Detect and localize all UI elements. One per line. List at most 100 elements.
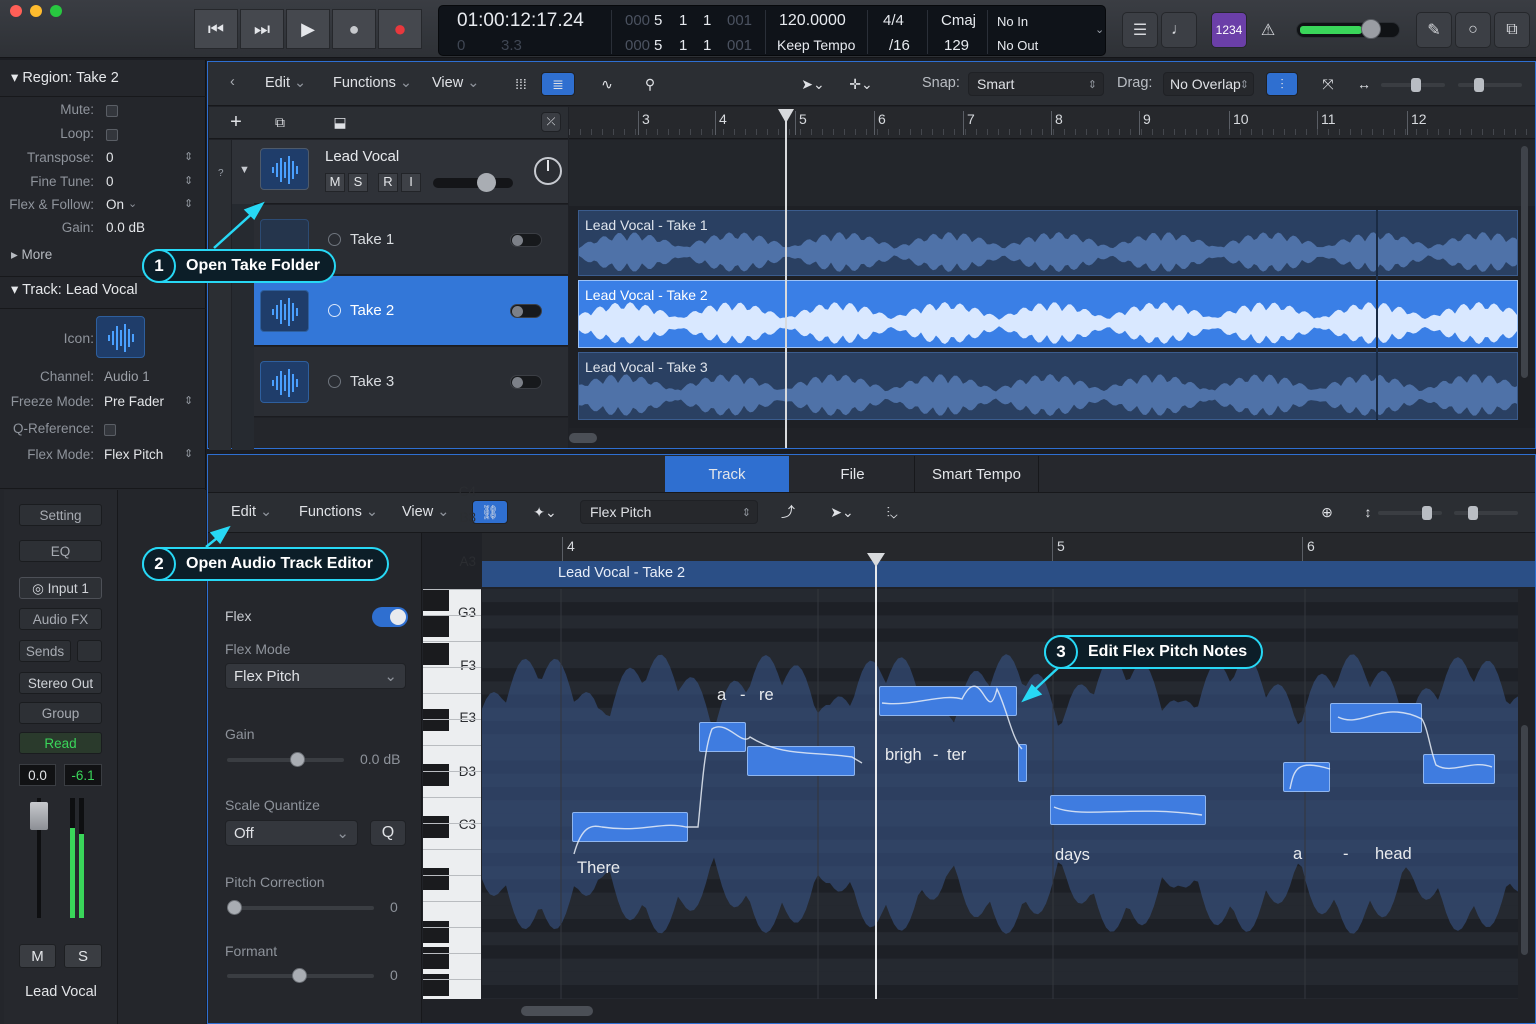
rewind-button[interactable]: ⏮	[194, 9, 238, 49]
editor-vscroll-thumb[interactable]	[1521, 725, 1528, 955]
eq-button[interactable]: EQ	[19, 540, 102, 562]
tab-smart-tempo[interactable]: Smart Tempo	[915, 456, 1039, 492]
stepper-icon[interactable]: ⇕	[184, 150, 193, 163]
solo-button[interactable]: S	[64, 944, 102, 968]
inspector-row-flex-mode[interactable]: Flex Mode: Flex Pitch ⇕	[0, 447, 206, 467]
flex-mode-dropdown[interactable]: Flex Pitch ⌄	[225, 663, 406, 689]
target-icon[interactable]: ⊕	[1312, 500, 1342, 524]
take-2-name[interactable]: Take 2	[350, 302, 394, 319]
curve-tool-icon[interactable]: ⤴	[773, 500, 803, 524]
loop-browser-button[interactable]: ○	[1455, 12, 1491, 48]
black-key[interactable]	[423, 816, 449, 838]
take-1-radio[interactable]	[328, 233, 341, 246]
track-mute-button[interactable]: M	[325, 173, 345, 192]
freeze-value[interactable]: Pre Fader	[104, 394, 164, 409]
track-section-header[interactable]: ▾ Track: Lead Vocal	[11, 282, 138, 298]
black-key[interactable]	[423, 615, 449, 637]
input-button[interactable]: ◎ Input 1	[19, 577, 102, 599]
waveform-zoom-button[interactable]: ⫶	[1266, 72, 1298, 96]
region-section-header[interactable]: ▾ Region: Take 2	[11, 70, 119, 86]
black-key[interactable]	[423, 868, 449, 890]
lcd-chevron-icon[interactable]: ⌄	[1095, 23, 1104, 36]
group-button[interactable]: Group	[19, 702, 102, 724]
take-1-name[interactable]: Take 1	[350, 231, 394, 248]
gain-slider[interactable]	[227, 752, 344, 767]
setting-button[interactable]: Setting	[19, 504, 102, 526]
vertical-arrows-icon[interactable]: ↕	[1358, 500, 1378, 524]
vertical-zoom-slider[interactable]	[1458, 78, 1522, 92]
flex-mode-value[interactable]: Flex Pitch	[104, 447, 163, 462]
flex-mode-select[interactable]: Flex Pitch ⇕	[580, 500, 758, 524]
notepad-button[interactable]: ✎	[1416, 12, 1452, 48]
snap-select[interactable]: Smart ⇕	[968, 72, 1104, 96]
output-button[interactable]: Stereo Out	[19, 672, 102, 694]
minimize-window-button[interactable]	[30, 5, 42, 17]
back-icon[interactable]: ‹	[230, 74, 235, 90]
inspector-row-freeze[interactable]: Freeze Mode: Pre Fader ⇕	[0, 394, 206, 414]
take-2-radio[interactable]	[328, 304, 341, 317]
stepper-icon[interactable]: ⇕	[184, 174, 193, 187]
midi-in-icon[interactable]: ✦⌄	[522, 500, 568, 524]
forward-button[interactable]: ⏭	[240, 9, 284, 49]
stepper-icon[interactable]: ⇕	[184, 394, 193, 407]
track-record-enable-button[interactable]: R	[378, 173, 398, 192]
sends-button[interactable]: Sends	[19, 640, 71, 662]
pointer-tool-icon[interactable]: ➤⌄	[793, 72, 833, 96]
lcd-display[interactable]: 01:00:12:17.24 0 3.3 000 5 1 1 001 000 5…	[438, 5, 1106, 56]
black-key[interactable]	[423, 947, 449, 969]
transpose-value[interactable]: 0	[106, 150, 114, 165]
tracks-ruler[interactable]: 3 4 5 6 7 8 9 10 11 12	[569, 107, 1535, 139]
stepper-icon[interactable]: ⇕	[184, 447, 193, 460]
automation-mode-button[interactable]: Read	[19, 732, 102, 754]
catch-playhead-button[interactable]: ≣	[541, 72, 575, 96]
edit-menu[interactable]: Edit ⌄	[265, 75, 306, 91]
inspector-row-gain[interactable]: Gain: 0.0 dB	[0, 220, 206, 240]
master-volume-knob[interactable]	[1361, 19, 1381, 39]
horizontal-zoom-icon[interactable]: ↔	[1351, 72, 1377, 96]
tab-file[interactable]: File	[791, 456, 915, 492]
folder-track-name[interactable]: Lead Vocal	[325, 148, 399, 165]
flex-toggle[interactable]	[372, 607, 408, 627]
mute-button[interactable]: M	[19, 944, 56, 968]
black-key[interactable]	[423, 764, 449, 786]
stop-button[interactable]: ●	[332, 9, 376, 49]
volume-readout[interactable]: 0.0	[19, 764, 56, 786]
mute-checkbox[interactable]	[106, 105, 118, 117]
metronome-button[interactable]: ⚠	[1250, 12, 1286, 48]
play-button[interactable]: ▶	[286, 9, 330, 49]
track-volume-slider[interactable]	[433, 173, 513, 192]
track-pan-knob[interactable]	[534, 157, 562, 185]
black-key[interactable]	[423, 921, 449, 943]
horizontal-scrollbar-thumb[interactable]	[569, 433, 597, 443]
channel-strip-name[interactable]: Lead Vocal	[4, 984, 118, 1000]
track-icon-picker[interactable]	[96, 316, 145, 358]
playhead[interactable]	[785, 109, 787, 448]
gain-value[interactable]: 0.0 dB	[106, 220, 145, 235]
take-2-toggle[interactable]	[510, 304, 542, 318]
collapse-icon[interactable]: ⤫	[541, 112, 561, 132]
editor-ruler[interactable]: 4567	[482, 533, 1535, 561]
quantize-button[interactable]: Q	[370, 820, 406, 846]
functions-menu[interactable]: Functions ⌄	[333, 75, 412, 91]
more-section-toggle[interactable]: ▸ More	[11, 247, 52, 263]
download-icon[interactable]: ⬓	[326, 110, 354, 134]
list-editors-button[interactable]: ☰	[1122, 12, 1158, 48]
flex-follow-value[interactable]: On	[106, 197, 124, 212]
pitch-correction-slider[interactable]	[227, 900, 374, 915]
editor-edit-menu[interactable]: Edit ⌄	[231, 504, 272, 520]
track-solo-button[interactable]: S	[348, 173, 368, 192]
inspector-row-transpose[interactable]: Transpose: 0 ⇕	[0, 150, 206, 170]
editor-vertical-zoom[interactable]	[1378, 506, 1442, 520]
editor-playhead[interactable]	[875, 553, 877, 999]
volume-fader-handle[interactable]	[30, 802, 48, 830]
loop-checkbox[interactable]	[106, 129, 118, 141]
black-key[interactable]	[423, 709, 449, 731]
editor-flex-tool-icon[interactable]: ⫶⌄	[872, 500, 912, 524]
audio-fx-button[interactable]: Audio FX	[19, 608, 102, 630]
q-reference-checkbox[interactable]	[104, 424, 116, 436]
record-button[interactable]: ●	[378, 9, 422, 49]
take-row-3[interactable]: Take 3	[254, 347, 568, 417]
zoom-window-button[interactable]	[50, 5, 62, 17]
editor-playhead-handle[interactable]	[867, 553, 885, 567]
horizontal-zoom-slider[interactable]	[1381, 78, 1445, 92]
